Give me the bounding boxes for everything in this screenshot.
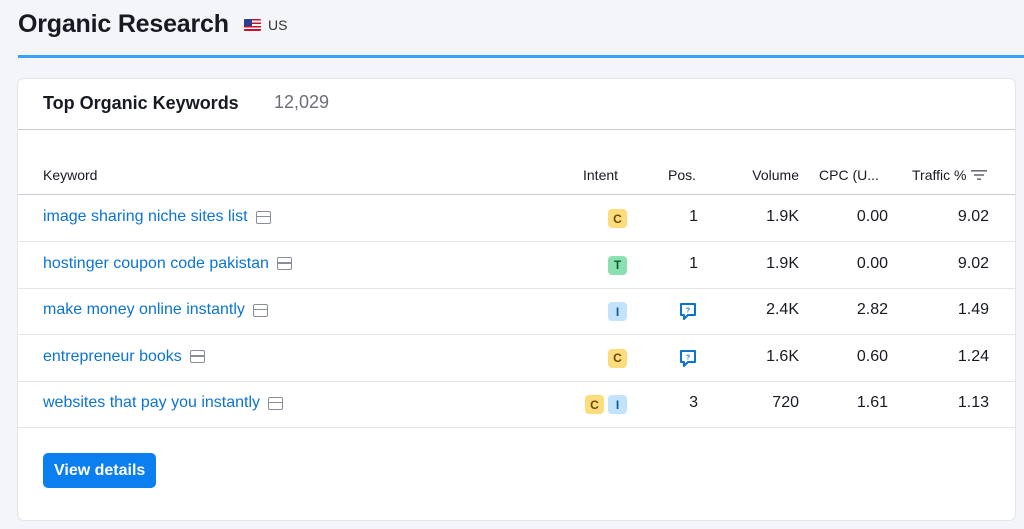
column-header-keyword[interactable]: Keyword <box>43 167 97 183</box>
page-header: Organic Research US <box>0 0 1024 58</box>
intent-badges: C <box>608 348 627 368</box>
intent-badge[interactable]: C <box>608 209 627 228</box>
keyword-count: 12,029 <box>274 92 330 112</box>
us-flag-icon <box>244 19 261 31</box>
intent-badges: C <box>608 209 627 228</box>
cpc-value: 0.00 <box>856 254 888 272</box>
traffic-value: 1.24 <box>957 347 989 365</box>
serp-feature-icon[interactable]: ? <box>679 302 697 321</box>
intent-badges: CI <box>585 395 627 414</box>
svg-text:?: ? <box>686 354 690 361</box>
keyword-link[interactable]: image sharing niche sites list <box>43 208 271 226</box>
position-value: 1 <box>689 208 698 225</box>
volume-value: 1.6K <box>766 347 799 365</box>
cpc-value: 0.60 <box>856 347 888 365</box>
keyword-link[interactable]: hostinger coupon code pakistan <box>43 255 292 273</box>
position-value: 3 <box>689 394 698 411</box>
table-row: hostinger coupon code pakistan T 1 1.9K 0.00… <box>18 243 1015 289</box>
sort-descending-icon[interactable] <box>971 169 987 181</box>
column-header-volume[interactable]: Volume <box>752 167 799 183</box>
column-header-intent[interactable]: Intent <box>583 167 618 183</box>
card-header: Top Organic Keywords 12,029 <box>18 79 1015 130</box>
volume-value: 1.9K <box>766 254 799 272</box>
card-title: Top Organic Keywords <box>43 93 239 113</box>
keyword-text[interactable]: make money online instantly <box>43 301 245 319</box>
volume-value: 720 <box>772 394 799 411</box>
svg-text:?: ? <box>686 308 690 315</box>
traffic-value: 9.02 <box>957 254 989 272</box>
table-row: entrepreneur books C? 1.6K 0.60 1.24 <box>18 336 1015 382</box>
country-label[interactable]: US <box>268 17 287 33</box>
traffic-value: 1.13 <box>957 394 989 411</box>
cpc-value: 0.00 <box>856 208 888 225</box>
intent-badges: T <box>608 255 627 275</box>
position-value: 1 <box>689 254 698 272</box>
keyword-text[interactable]: entrepreneur books <box>43 348 182 366</box>
traffic-value: 9.02 <box>957 208 989 225</box>
cpc-value: 1.61 <box>856 394 888 411</box>
serp-preview-icon[interactable] <box>189 350 205 363</box>
top-organic-keywords-card: Top Organic Keywords 12,029 Keyword Inte… <box>18 79 1015 520</box>
keyword-link[interactable]: make money online instantly <box>43 301 268 319</box>
table-header: Keyword Intent Pos. Volume CPC (U... Tra… <box>18 159 1015 195</box>
serp-preview-icon[interactable] <box>268 396 284 410</box>
keyword-link[interactable]: websites that pay you instantly <box>43 394 284 412</box>
keyword-text[interactable]: websites that pay you instantly <box>43 394 260 412</box>
column-header-cpc[interactable]: CPC (U... <box>819 167 879 183</box>
intent-badge[interactable]: I <box>608 302 627 321</box>
intent-badge[interactable]: I <box>608 395 627 414</box>
intent-badge[interactable]: C <box>608 348 627 368</box>
table-row: image sharing niche sites list C 1 1.9K 0.00… <box>18 196 1015 242</box>
intent-badge[interactable]: T <box>608 255 627 275</box>
table-row: websites that pay you instantly C I 3 720 1.6… <box>18 382 1015 428</box>
cpc-value: 2.82 <box>856 301 888 318</box>
column-header-pos[interactable]: Pos. <box>668 167 696 183</box>
serp-preview-icon[interactable] <box>252 303 268 317</box>
page-title: Organic Research <box>18 10 229 38</box>
view-details-button[interactable]: View details <box>43 453 157 488</box>
header-divider <box>18 55 1024 58</box>
serp-feature-icon[interactable]: ? <box>679 349 697 368</box>
intent-badges: I <box>608 302 627 321</box>
traffic-value: 1.49 <box>957 301 989 318</box>
serp-preview-icon[interactable] <box>276 257 292 270</box>
keyword-text[interactable]: image sharing niche sites list <box>43 208 248 226</box>
intent-badge[interactable]: C <box>585 395 604 414</box>
volume-value: 1.9K <box>766 208 799 225</box>
column-header-traffic[interactable]: Traffic % <box>912 167 966 183</box>
keyword-text[interactable]: hostinger coupon code pakistan <box>43 255 269 273</box>
keyword-link[interactable]: entrepreneur books <box>43 348 205 366</box>
serp-preview-icon[interactable] <box>255 210 271 224</box>
volume-value: 2.4K <box>766 301 799 318</box>
table-row: make money online instantly I? 2.4K 2.82 1.4… <box>18 289 1015 335</box>
